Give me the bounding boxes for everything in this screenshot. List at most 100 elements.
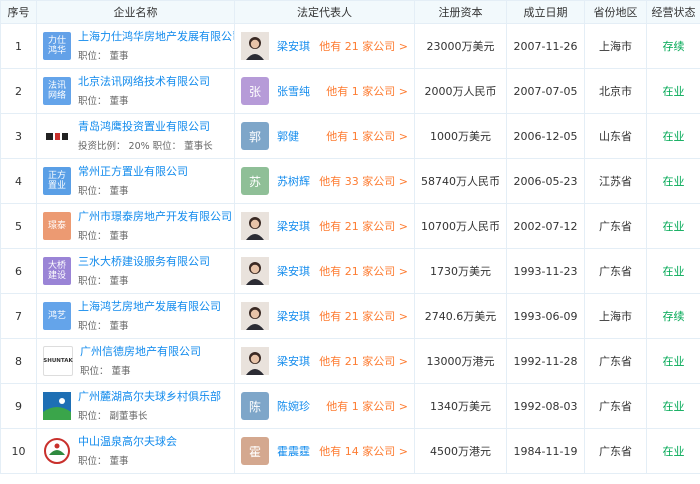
company-position: 投资比例： 20% 职位： 董事长 (78, 141, 213, 152)
row-index: 3 (0, 113, 37, 159)
rep-companies-link[interactable]: 他有 1 家公司 > (326, 128, 414, 144)
company-position: 职位： 董事 (78, 321, 129, 332)
header-legal-rep: 法定代表人 (234, 0, 415, 24)
company-cell: 青岛鸿鹰投资置业有限公司 投资比例： 20% 职位： 董事长 (36, 113, 235, 159)
rep-name-link[interactable]: 苏树辉 (277, 173, 319, 189)
rep-name-link[interactable]: 张雪纯 (277, 83, 323, 99)
legal-rep-cell: 梁安琪 他有 21 家公司 > (234, 338, 415, 384)
rep-name-link[interactable]: 梁安琪 (277, 353, 319, 369)
company-name-link[interactable]: 三水大桥建设服务有限公司 (78, 255, 210, 269)
rep-photo-avatar[interactable] (241, 347, 269, 375)
region: 山东省 (584, 113, 647, 159)
status-badge: 存续 (646, 23, 700, 69)
rep-photo-avatar[interactable] (241, 212, 269, 240)
status-badge: 在业 (646, 68, 700, 114)
company-logo-icon[interactable]: 大桥 建设 (43, 257, 71, 285)
rep-companies-link[interactable]: 他有 1 家公司 > (326, 83, 414, 99)
company-cell: 鸿艺 上海鸿艺房地产发展有限公司 职位： 董事 (36, 293, 235, 339)
company-logo-icon[interactable]: 法讯 网络 (43, 77, 71, 105)
region: 广东省 (584, 338, 647, 384)
company-name-link[interactable]: 青岛鸿鹰投资置业有限公司 (78, 120, 213, 134)
rep-avatar[interactable]: 张 (241, 77, 269, 105)
rep-name-link[interactable]: 梁安琪 (277, 308, 319, 324)
founded-date: 2006-05-23 (506, 158, 585, 204)
rep-avatar[interactable]: 郭 (241, 122, 269, 150)
company-name-link[interactable]: 广州麓湖高尔夫球乡村俱乐部 (78, 390, 221, 404)
header-date: 成立日期 (506, 0, 585, 24)
rep-companies-link[interactable]: 他有 14 家公司 > (319, 443, 414, 459)
company-logo-icon[interactable]: SHUNTAK (43, 346, 73, 376)
registered-capital: 1000万美元 (414, 113, 507, 159)
status-badge: 在业 (646, 158, 700, 204)
rep-name-link[interactable]: 梁安琪 (277, 218, 319, 234)
rep-photo-avatar[interactable] (241, 302, 269, 330)
rep-name-link[interactable]: 陈婉珍 (277, 398, 323, 414)
legal-rep-cell: 梁安琪 他有 21 家公司 > (234, 248, 415, 294)
table-row: 8 SHUNTAK 广州信德房地产有限公司 职位： 董事 梁安琪 他有 21 家… (0, 338, 700, 384)
company-cell: SHUNTAK 广州信德房地产有限公司 职位： 董事 (36, 338, 235, 384)
registered-capital: 10700万人民币 (414, 203, 507, 249)
registered-capital: 58740万人民币 (414, 158, 507, 204)
rep-photo-avatar[interactable] (241, 32, 269, 60)
rep-avatar[interactable]: 苏 (241, 167, 269, 195)
legal-rep-cell: 梁安琪 他有 21 家公司 > (234, 293, 415, 339)
row-index: 9 (0, 383, 37, 429)
legal-rep-cell: 张 张雪纯 他有 1 家公司 > (234, 68, 415, 114)
row-index: 2 (0, 68, 37, 114)
region: 北京市 (584, 68, 647, 114)
company-name-link[interactable]: 北京法讯网络技术有限公司 (78, 75, 210, 89)
status-badge: 在业 (646, 338, 700, 384)
company-name-link[interactable]: 上海力仕鸿华房地产发展有限公司 (78, 30, 234, 44)
rep-avatar[interactable]: 陈 (241, 392, 269, 420)
region: 江苏省 (584, 158, 647, 204)
company-cell: 广州麓湖高尔夫球乡村俱乐部 职位： 副董事长 (36, 383, 235, 429)
table-row: 1 力仕 鸿华 上海力仕鸿华房地产发展有限公司 职位： 董事 梁安琪 他有 21 … (0, 23, 700, 69)
company-logo-icon[interactable]: 璟泰 (43, 212, 71, 240)
rep-name-link[interactable]: 郭健 (277, 128, 323, 144)
row-index: 5 (0, 203, 37, 249)
row-index: 10 (0, 428, 37, 474)
company-cell: 法讯 网络 北京法讯网络技术有限公司 职位： 董事 (36, 68, 235, 114)
founded-date: 2002-07-12 (506, 203, 585, 249)
rep-companies-link[interactable]: 他有 33 家公司 > (319, 173, 414, 189)
table-row: 3 青岛鸿鹰投资置业有限公司 投资比例： 20% 职位： 董事长 郭 郭健 他有… (0, 113, 700, 159)
company-name-link[interactable]: 上海鸿艺房地产发展有限公司 (78, 300, 221, 314)
rep-companies-link[interactable]: 他有 1 家公司 > (326, 398, 414, 414)
company-cell: 璟泰 广州市璟泰房地产开发有限公司 职位： 董事 (36, 203, 235, 249)
rep-photo-avatar[interactable] (241, 257, 269, 285)
row-index: 6 (0, 248, 37, 294)
company-logo-icon[interactable]: 正方 置业 (43, 167, 71, 195)
rep-companies-link[interactable]: 他有 21 家公司 > (319, 308, 414, 324)
table-row: 6 大桥 建设 三水大桥建设服务有限公司 职位： 董事 梁安琪 他有 21 家公司… (0, 248, 700, 294)
golf-resort-logo-icon[interactable] (43, 437, 71, 465)
status-badge: 存续 (646, 293, 700, 339)
company-position: 职位： 董事 (78, 276, 129, 287)
company-name-link[interactable]: 常州正方置业有限公司 (78, 165, 188, 179)
row-index: 1 (0, 23, 37, 69)
company-position: 职位： 董事 (80, 366, 131, 377)
company-logo-icon[interactable]: 力仕 鸿华 (43, 32, 71, 60)
company-name-link[interactable]: 中山温泉高尔夫球会 (78, 435, 177, 449)
founded-date: 2006-12-05 (506, 113, 585, 159)
company-cell: 力仕 鸿华 上海力仕鸿华房地产发展有限公司 职位： 董事 (36, 23, 235, 69)
rep-avatar[interactable]: 霍 (241, 437, 269, 465)
hongying-logo-icon[interactable] (43, 122, 71, 150)
company-name-link[interactable]: 广州市璟泰房地产开发有限公司 (78, 210, 232, 224)
rep-companies-link[interactable]: 他有 21 家公司 > (319, 218, 414, 234)
rep-companies-link[interactable]: 他有 21 家公司 > (319, 38, 414, 54)
company-cell: 正方 置业 常州正方置业有限公司 职位： 董事 (36, 158, 235, 204)
rep-name-link[interactable]: 梁安琪 (277, 38, 319, 54)
legal-rep-cell: 霍 霍震霆 他有 14 家公司 > (234, 428, 415, 474)
registered-capital: 1730万美元 (414, 248, 507, 294)
company-logo-icon[interactable]: 鸿艺 (43, 302, 71, 330)
golf-club-logo-icon[interactable] (43, 392, 71, 420)
founded-date: 1992-11-28 (506, 338, 585, 384)
rep-companies-link[interactable]: 他有 21 家公司 > (319, 353, 414, 369)
registered-capital: 2740.6万美元 (414, 293, 507, 339)
founded-date: 2007-11-26 (506, 23, 585, 69)
rep-name-link[interactable]: 霍震霆 (277, 443, 319, 459)
registered-capital: 23000万美元 (414, 23, 507, 69)
rep-companies-link[interactable]: 他有 21 家公司 > (319, 263, 414, 279)
company-name-link[interactable]: 广州信德房地产有限公司 (80, 345, 201, 359)
rep-name-link[interactable]: 梁安琪 (277, 263, 319, 279)
